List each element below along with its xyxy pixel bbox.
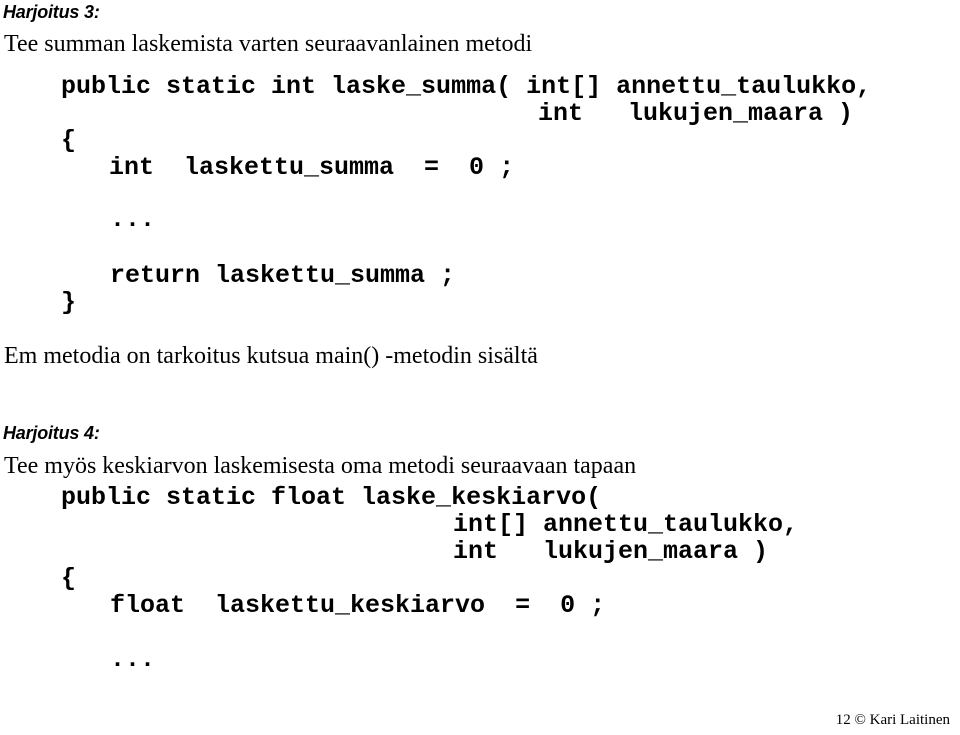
- code-line-signature-2: public static float laske_keskiarvo(: [61, 483, 602, 512]
- exercise-3-heading: Harjoitus 3:: [3, 2, 100, 22]
- code-line-declare-keskiarvo: float laskettu_keskiarvo = 0 ;: [110, 591, 606, 620]
- footer-copyright: 12 © Kari Laitinen: [835, 712, 950, 728]
- exercise-3-note: Em metodia on tarkoitus kutsua main() -m…: [4, 343, 538, 369]
- exercise-4-heading: Harjoitus 4:: [3, 423, 100, 443]
- code-line-open-brace-1: {: [61, 126, 77, 155]
- exercise-3-instruction: Tee summan laskemista varten seuraavanla…: [4, 31, 533, 57]
- code-line-open-brace-2: {: [61, 564, 77, 593]
- slide-canvas: Harjoitus 3: Tee summan laskemista varte…: [0, 0, 960, 735]
- code-line-ellipsis-2: ...: [110, 645, 156, 674]
- code-line-return-summa: return laskettu_summa ;: [110, 261, 456, 290]
- code-line-param-2: int lukujen_maara ): [538, 99, 854, 128]
- code-line-declare-summa: int laskettu_summa = 0 ;: [109, 153, 515, 182]
- code-line-ellipsis-1: ...: [110, 205, 156, 234]
- code-line-param-count-2: int lukujen_maara ): [453, 537, 769, 566]
- code-line-param-array-2: int[] annettu_taulukko,: [453, 510, 799, 539]
- code-line-signature-1: public static int laske_summa( int[] ann…: [61, 72, 872, 101]
- exercise-4-instruction: Tee myös keskiarvon laskemisesta oma met…: [4, 453, 637, 479]
- code-line-close-brace-1: }: [61, 288, 77, 317]
